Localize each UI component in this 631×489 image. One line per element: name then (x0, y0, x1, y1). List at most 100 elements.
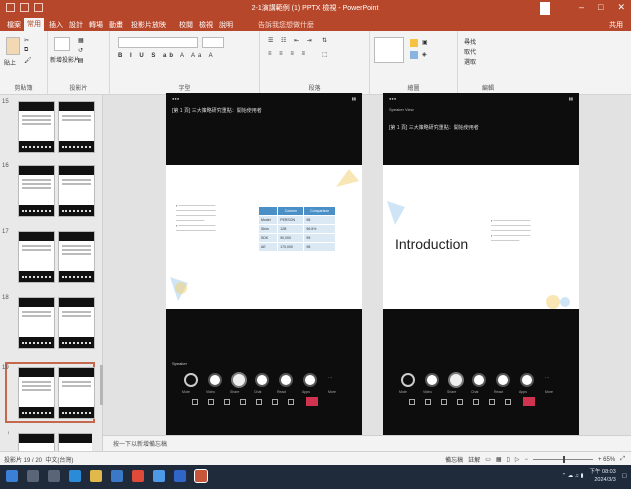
react-button[interactable] (496, 373, 510, 387)
font-name-dropdown[interactable] (118, 37, 198, 48)
toolbar-icon[interactable] (272, 399, 278, 405)
section-button[interactable]: ▤ (78, 57, 84, 64)
minimize-icon[interactable]: – (579, 2, 584, 13)
toolbar-icon[interactable] (409, 399, 415, 405)
notification-icon[interactable]: ▢ (622, 472, 627, 480)
tab-slideshow[interactable]: 投影片放映 (128, 19, 169, 31)
thumbnail-slide-selected[interactable]: 19 (2, 362, 95, 423)
tab-animations[interactable]: 動畫 (106, 19, 126, 31)
tab-insert[interactable]: 插入 (46, 19, 66, 31)
mute-button[interactable] (184, 373, 198, 387)
sorter-view-icon[interactable]: ▦ (496, 456, 502, 463)
toolbar-icon[interactable] (224, 399, 230, 405)
new-slide-button[interactable]: 新增投影片 (50, 55, 80, 64)
tab-review[interactable]: 校閱 (176, 19, 196, 31)
list-buttons[interactable]: ☰ ☷ ⇤ ⇥ (268, 37, 315, 44)
notes-pane[interactable]: 按一下以新增備忘稿 (103, 435, 631, 451)
start-icon[interactable] (6, 470, 18, 482)
replace-button[interactable]: 取代 (464, 47, 476, 56)
react-button[interactable] (279, 373, 293, 387)
tab-design[interactable]: 設計 (66, 19, 86, 31)
smartart-button[interactable]: ⬚ (322, 51, 328, 58)
file-explorer-icon[interactable] (90, 470, 102, 482)
paste-button[interactable]: 貼上 (4, 58, 16, 67)
slide-panel-right[interactable]: ●●● ▮▮ Speaker View [第 1 頁] 三大策略研究重點：開始使用… (383, 93, 579, 438)
chat-button[interactable] (472, 373, 486, 387)
thumbnail-slide[interactable]: 15 (2, 99, 95, 154)
tab-transitions[interactable]: 轉場 (86, 19, 106, 31)
comments-toggle-button[interactable]: 註解 (468, 455, 480, 464)
notes-toggle-button[interactable]: 備忘稿 (445, 455, 463, 464)
font-size-dropdown[interactable] (202, 37, 224, 48)
toolbar-icon[interactable] (256, 399, 262, 405)
shape-fill-icon[interactable] (410, 39, 418, 47)
select-button[interactable]: 選取 (464, 57, 476, 66)
system-tray-icons[interactable]: ⌃ ☁ ♫ ▮ (562, 472, 584, 480)
new-slide-icon[interactable] (54, 37, 70, 51)
chat-button[interactable] (255, 373, 269, 387)
align-buttons[interactable]: ≡ ≡ ≡ ≡ (268, 51, 308, 57)
tab-view[interactable]: 檢視 (196, 19, 216, 31)
zoom-slider[interactable] (533, 456, 593, 463)
video-button[interactable] (425, 373, 439, 387)
more-icon[interactable]: ⋯ (545, 375, 549, 380)
quick-styles-button[interactable]: ◈ (422, 51, 427, 58)
tab-file[interactable]: 檔案 (4, 19, 24, 31)
toolbar-icon[interactable] (457, 399, 463, 405)
copy-icon[interactable]: ⧉ (24, 47, 28, 54)
video-button[interactable] (208, 373, 222, 387)
clock[interactable]: 下午 08:03 2024/3/3 (590, 468, 616, 484)
find-button[interactable]: 尋找 (464, 37, 476, 46)
toolbar-icon[interactable] (288, 399, 294, 405)
layout-button[interactable]: ▦ (78, 37, 84, 44)
share-button[interactable]: 共用 (609, 20, 623, 30)
toolbar-icon[interactable] (425, 399, 431, 405)
account-icon[interactable] (540, 2, 550, 15)
thumbnail-slide[interactable]: 16 (2, 163, 95, 218)
end-call-button[interactable] (306, 397, 318, 406)
toolbar-icon[interactable] (489, 399, 495, 405)
share-button[interactable] (231, 372, 247, 388)
tab-home[interactable]: 常用 (24, 18, 44, 31)
toolbar-icon[interactable] (441, 399, 447, 405)
reading-view-icon[interactable]: ▯ (507, 456, 510, 463)
slideshow-view-icon[interactable]: ▷ (515, 456, 520, 463)
thumbnail-slide[interactable]: 18 (2, 295, 95, 350)
undo-icon[interactable] (20, 3, 29, 12)
toolbar-icon[interactable] (192, 399, 198, 405)
tell-me-search[interactable]: 告訴我您想做什麼 (258, 20, 314, 30)
toolbar-icon[interactable] (208, 399, 214, 405)
edge-icon[interactable] (69, 470, 81, 482)
more-icon[interactable]: ⋯ (328, 375, 332, 380)
shape-outline-icon[interactable] (410, 51, 418, 59)
end-call-button[interactable] (523, 397, 535, 406)
close-icon[interactable]: ✕ (617, 2, 625, 13)
paste-icon[interactable] (6, 37, 20, 55)
app-icon[interactable] (153, 470, 165, 482)
maximize-icon[interactable]: □ (598, 2, 603, 13)
reset-button[interactable]: ↺ (78, 47, 83, 54)
store-icon[interactable] (111, 470, 123, 482)
share-button[interactable] (448, 372, 464, 388)
search-icon[interactable] (27, 470, 39, 482)
toolbar-icon[interactable] (505, 399, 511, 405)
font-color-buttons[interactable]: A Aa A (180, 53, 216, 59)
normal-view-icon[interactable]: ▭ (485, 456, 491, 463)
shapes-gallery[interactable] (374, 37, 404, 63)
thumbnail-slide[interactable]: 20 (8, 431, 92, 451)
word-icon[interactable] (174, 470, 186, 482)
text-direction-button[interactable]: ⇅ (322, 37, 327, 44)
powerpoint-icon[interactable] (194, 469, 208, 483)
zoom-out-icon[interactable]: − (524, 457, 528, 463)
apps-button[interactable] (303, 373, 317, 387)
thumbnail-slide[interactable]: 17 (2, 229, 95, 284)
tab-help[interactable]: 說明 (216, 19, 236, 31)
save-icon[interactable] (6, 3, 15, 12)
toolbar-icon[interactable] (240, 399, 246, 405)
redo-icon[interactable] (34, 3, 43, 12)
zoom-level[interactable]: + 65% (598, 457, 615, 463)
format-painter-icon[interactable]: 🖌 (24, 57, 32, 64)
task-view-icon[interactable] (48, 470, 60, 482)
toolbar-icon[interactable] (473, 399, 479, 405)
apps-button[interactable] (520, 373, 534, 387)
